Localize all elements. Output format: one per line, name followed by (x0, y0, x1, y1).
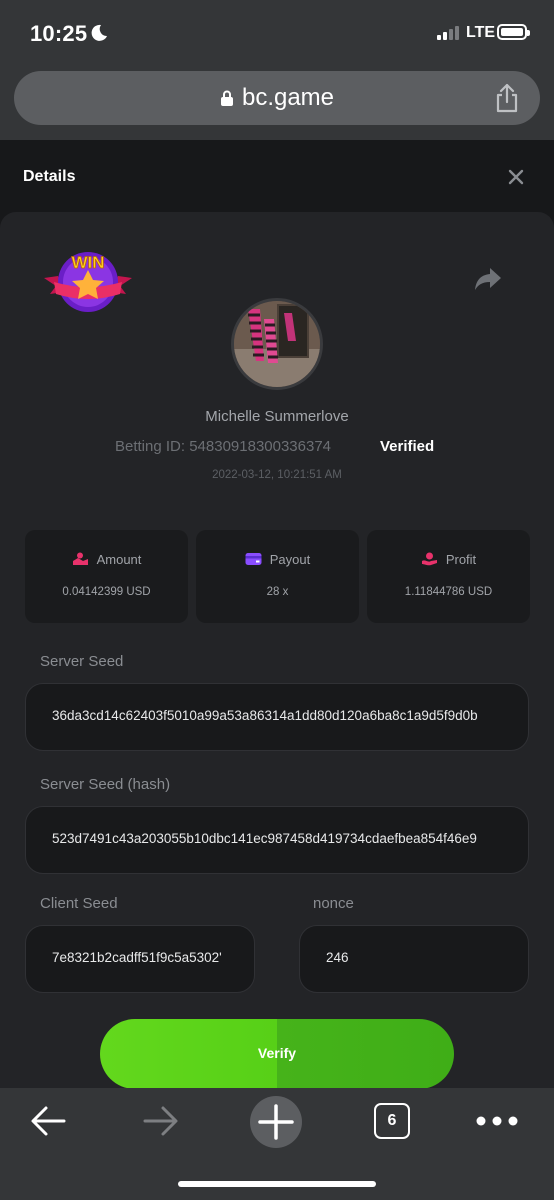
stat-value-profit: 1.11844786 USD (404, 586, 493, 598)
nonce-field[interactable]: 246 (299, 925, 529, 993)
verified-badge: Verified (380, 438, 435, 455)
status-time: 10:25 (30, 21, 88, 46)
close-icon[interactable] (505, 166, 527, 188)
server-hash-label: Server Seed (hash) (40, 776, 171, 793)
share-arrow-icon[interactable] (473, 266, 503, 292)
server-seed-label: Server Seed (40, 653, 124, 670)
moon-icon (91, 24, 107, 41)
back-arrow-icon[interactable] (30, 1104, 66, 1138)
server-seed-field[interactable]: 36da3cd14c62403f5010a99a53a86314a1dd80d1… (25, 683, 529, 751)
nonce-label: nonce (313, 895, 354, 912)
stat-label-amount: Amount (96, 552, 142, 567)
new-tab-button[interactable] (250, 1096, 302, 1148)
stat-card-payout: Payout 28 x (196, 530, 359, 623)
verify-button-label: Verify (257, 1045, 297, 1061)
betting-id: Betting ID: 54830918300336374 (115, 438, 332, 455)
stat-value-payout: 28 x (266, 586, 289, 598)
modal-title: Details (23, 168, 76, 185)
server-hash-field[interactable]: 523d7491c43a203055b10dbc141ec987458d4197… (25, 806, 529, 874)
win-badge-icon: WIN (44, 252, 132, 312)
lock-icon (220, 90, 233, 106)
browser-bar: bc.game (0, 64, 554, 140)
verify-button[interactable]: Verify (100, 1019, 454, 1089)
amount-icon (72, 552, 88, 565)
address-bar[interactable]: bc.game (14, 71, 540, 125)
nonce-value: 246 (326, 950, 349, 965)
forward-arrow-icon[interactable] (143, 1104, 179, 1138)
url-text: bc.game (241, 84, 335, 111)
payout-icon (245, 553, 262, 565)
profit-icon (421, 552, 437, 566)
more-icon[interactable] (476, 1111, 518, 1131)
client-seed-label: Client Seed (40, 895, 118, 912)
network-type: LTE (466, 24, 496, 41)
tabs-button[interactable]: 6 (374, 1103, 410, 1139)
stat-value-amount: 0.04142399 USD (62, 586, 151, 598)
battery-icon (497, 24, 530, 40)
win-badge-text: WIN (71, 253, 104, 272)
client-seed-field[interactable]: 7e8321b2cadff51f9c5a5302' (25, 925, 255, 993)
plus-icon (258, 1104, 294, 1140)
share-icon[interactable] (494, 83, 520, 113)
stat-label-profit: Profit (445, 552, 477, 567)
avatar-image (234, 301, 320, 387)
signal-icon (437, 26, 459, 40)
avatar (231, 298, 323, 390)
username: Michelle Summerlove (205, 408, 349, 425)
status-bar: 10:25 LTE (0, 0, 554, 64)
client-seed-value: 7e8321b2cadff51f9c5a5302' (52, 950, 222, 965)
server-hash-value: 523d7491c43a203055b10dbc141ec987458d4197… (52, 831, 477, 846)
stat-card-profit: Profit 1.11844786 USD (367, 530, 530, 623)
server-seed-value: 36da3cd14c62403f5010a99a53a86314a1dd80d1… (52, 708, 478, 723)
modal-header: Details (0, 140, 554, 212)
stat-card-amount: Amount 0.04142399 USD (25, 530, 188, 623)
bet-timestamp: 2022-03-12, 10:21:51 AM (212, 469, 342, 481)
home-indicator (178, 1181, 376, 1187)
stat-label-payout: Payout (269, 552, 311, 567)
